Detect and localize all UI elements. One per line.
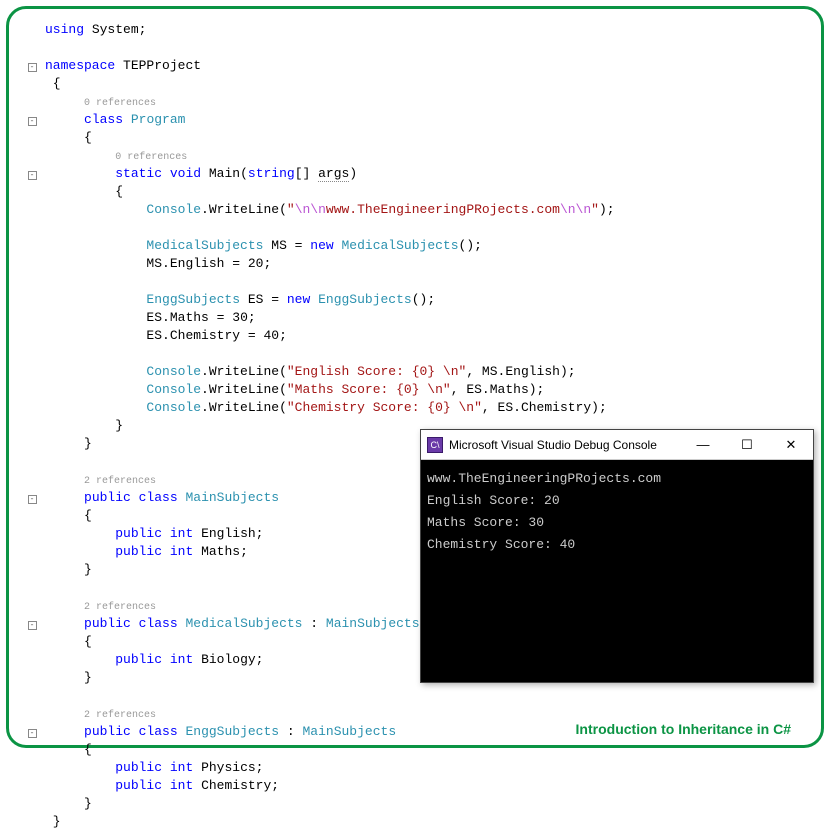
console-output[interactable]: www.TheEngineeringPRojects.comEnglish Sc… xyxy=(421,460,813,682)
debug-console-window: C\ Microsoft Visual Studio Debug Console… xyxy=(420,429,814,683)
codelens-ref[interactable]: 0 references xyxy=(115,152,187,163)
code-editor: using System; -namespace TEPProject { 0 … xyxy=(19,21,811,831)
codelens-ref[interactable]: 2 references xyxy=(84,476,156,487)
fold-icon[interactable]: - xyxy=(28,117,37,126)
page-caption: Introduction to Inheritance in C# xyxy=(576,721,791,737)
fold-icon[interactable]: - xyxy=(28,63,37,72)
fold-icon[interactable]: - xyxy=(28,171,37,180)
window-title: Microsoft Visual Studio Debug Console xyxy=(449,438,681,452)
console-app-icon: C\ xyxy=(427,437,443,453)
codelens-ref[interactable]: 2 references xyxy=(84,602,156,613)
fold-icon[interactable]: - xyxy=(28,495,37,504)
codelens-ref[interactable]: 2 references xyxy=(84,710,156,721)
fold-icon[interactable]: - xyxy=(28,621,37,630)
title-bar[interactable]: C\ Microsoft Visual Studio Debug Console… xyxy=(421,430,813,460)
close-button[interactable]: ✕ xyxy=(769,430,813,459)
fold-icon[interactable]: - xyxy=(28,729,37,738)
codelens-ref[interactable]: 0 references xyxy=(84,98,156,109)
minimize-button[interactable]: — xyxy=(681,430,725,459)
maximize-button[interactable]: ☐ xyxy=(725,430,769,459)
